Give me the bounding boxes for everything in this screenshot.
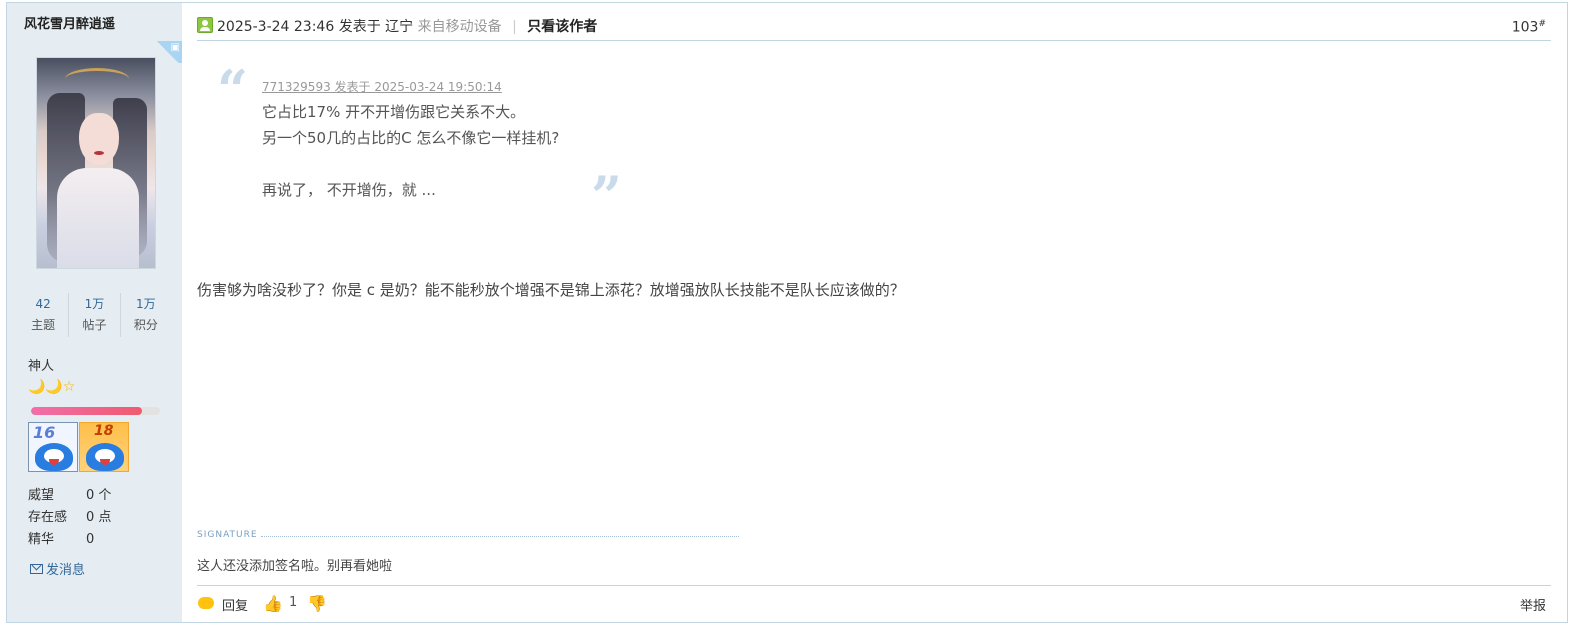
medals: 16 18 [28,422,130,472]
stat-points[interactable]: 1万 积分 [119,293,171,337]
post-content: 伤害够为啥没秒了？你是 c 是奶？能不能秒放个增强不是锦上添花？放增强放队长技能… [197,281,905,299]
prop-prestige: 威望 0 个 [28,488,112,503]
signature-divider [261,536,739,537]
android-icon: ▣ [170,42,180,53]
avatar[interactable] [36,57,156,269]
post-header: 2025-3-24 23:46 发表于 辽宁 来自移动设备 | 只看该作者 10… [197,11,1551,41]
medal-18-icon[interactable]: 18 [79,422,129,472]
thumbs-down-icon[interactable]: 👎 [307,594,327,613]
stat-posts[interactable]: 1万 帖子 [68,293,119,337]
reply-button[interactable]: 回复 [222,595,248,614]
level-progress-fill [31,407,142,415]
close-quote-icon: ” [591,164,623,228]
divider: | [512,19,517,35]
signature-label: SIGNATURE [197,530,258,540]
rank-stars-icon: 🌙🌙☆ [28,379,76,395]
online-user-icon [197,17,213,33]
author-stats: 42 主题 1万 帖子 1万 积分 [18,293,171,337]
report-button[interactable]: 举报 [1520,595,1546,614]
like-count: 1 [289,595,298,610]
author-name[interactable]: 风花雪月醉逍遥 [7,3,182,43]
mail-icon [30,563,43,574]
quote-block: “ 771329593 发表于 2025-03-24 19:50:14 它占比1… [217,63,637,223]
post-time: 2025-3-24 23:46 [217,19,335,35]
quote-meta-link[interactable]: 771329593 发表于 2025-03-24 19:50:14 [262,78,502,95]
thumbs-up-icon[interactable]: 👍 [263,594,283,613]
level-progress-bar [31,407,160,415]
post-location: 辽宁 [385,19,414,35]
user-rank: 神人 [28,359,55,374]
author-props: 威望 0 个 存在感 0 点 精华 0 [28,485,111,551]
post-footer: 回复 👍 1 👎 举报 [197,585,1551,621]
author-sidebar: 风花雪月醉逍遥 ▣ 42 主题 1万 帖子 1万 积分 神人 🌙🌙☆ 16 18… [7,3,182,622]
post-container: 风花雪月醉逍遥 ▣ 42 主题 1万 帖子 1万 积分 神人 🌙🌙☆ 16 18… [6,2,1568,623]
post-meta: 2025-3-24 23:46 发表于 辽宁 来自移动设备 | 只看该作者 [217,19,598,35]
medal-16-icon[interactable]: 16 [28,422,78,472]
send-message-link[interactable]: 发消息 [30,559,85,578]
prop-digest: 精华 0 [28,532,95,547]
quote-body: 它占比17% 开不开增伤跟它关系不大。 另一个50几的占比的C 怎么不像它一样挂… [262,103,560,199]
prop-presence: 存在感 0 点 [28,510,112,525]
android-device-tag: ▣ [153,41,182,63]
signature-text: 这人还没添加签名啦。别再看她啦 [197,559,393,574]
reply-icon[interactable] [198,597,214,609]
post-device[interactable]: 来自移动设备 [418,19,502,35]
floor-number[interactable]: 103# [1512,19,1546,36]
open-quote-icon: “ [217,58,249,122]
stat-topics[interactable]: 42 主题 [18,293,68,337]
author-only-link[interactable]: 只看该作者 [527,19,597,35]
